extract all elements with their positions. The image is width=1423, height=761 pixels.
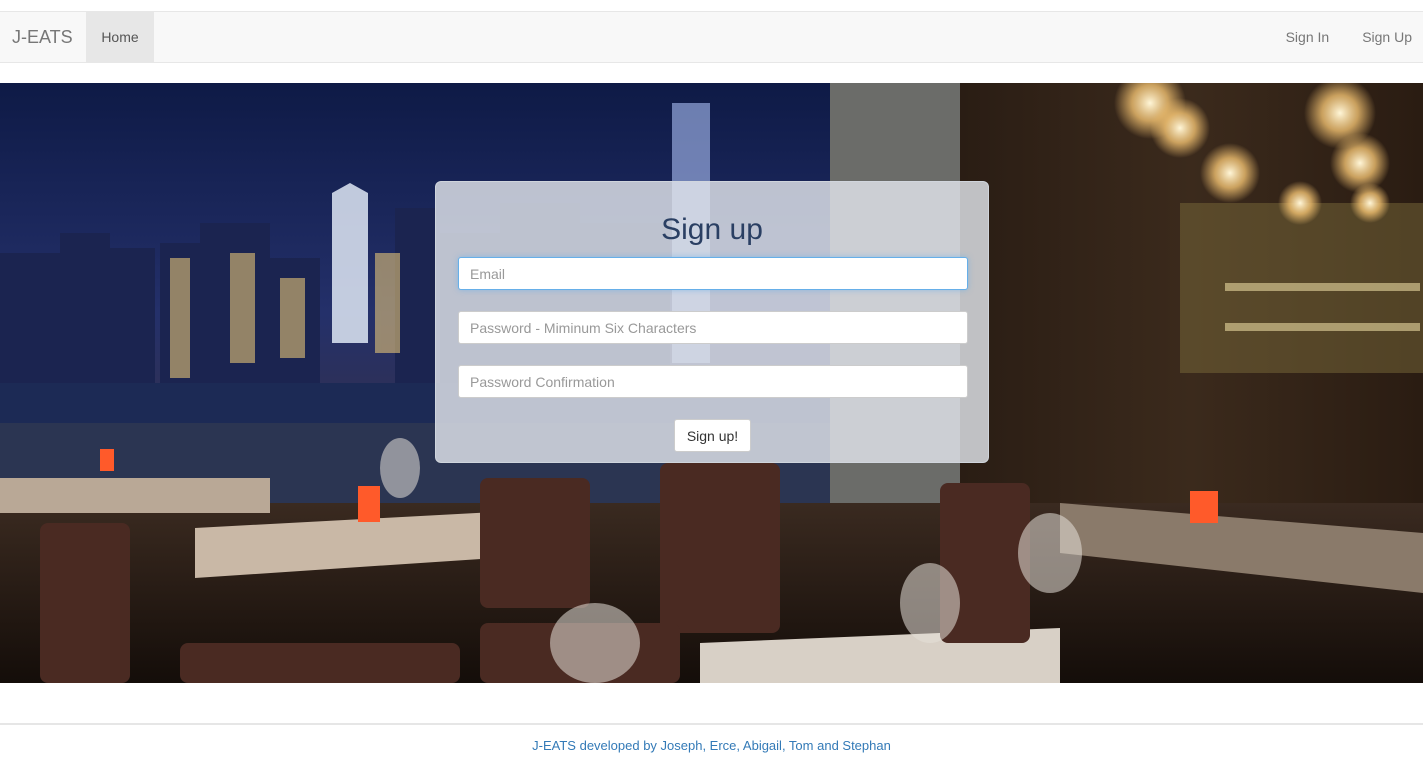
footer-credit[interactable]: J-EATS developed by Joseph, Erce, Abigai… [0, 738, 1423, 753]
navbar: J-EATS Home Sign In Sign Up [0, 11, 1423, 63]
sign-up-link[interactable]: Sign Up [1340, 12, 1423, 62]
password-confirmation-field[interactable] [458, 365, 968, 398]
nav-home-link[interactable]: Home [86, 12, 154, 62]
sign-in-link[interactable]: Sign In [1264, 12, 1341, 62]
signup-panel: Sign up Sign up! [435, 181, 989, 463]
nav-right: Sign In Sign Up [1264, 12, 1423, 62]
email-field[interactable] [458, 257, 968, 290]
password-field[interactable] [458, 311, 968, 344]
signup-submit-button[interactable]: Sign up! [674, 419, 751, 452]
footer-divider [0, 723, 1423, 725]
brand-logo[interactable]: J-EATS [12, 12, 73, 62]
signup-title: Sign up [661, 213, 763, 246]
